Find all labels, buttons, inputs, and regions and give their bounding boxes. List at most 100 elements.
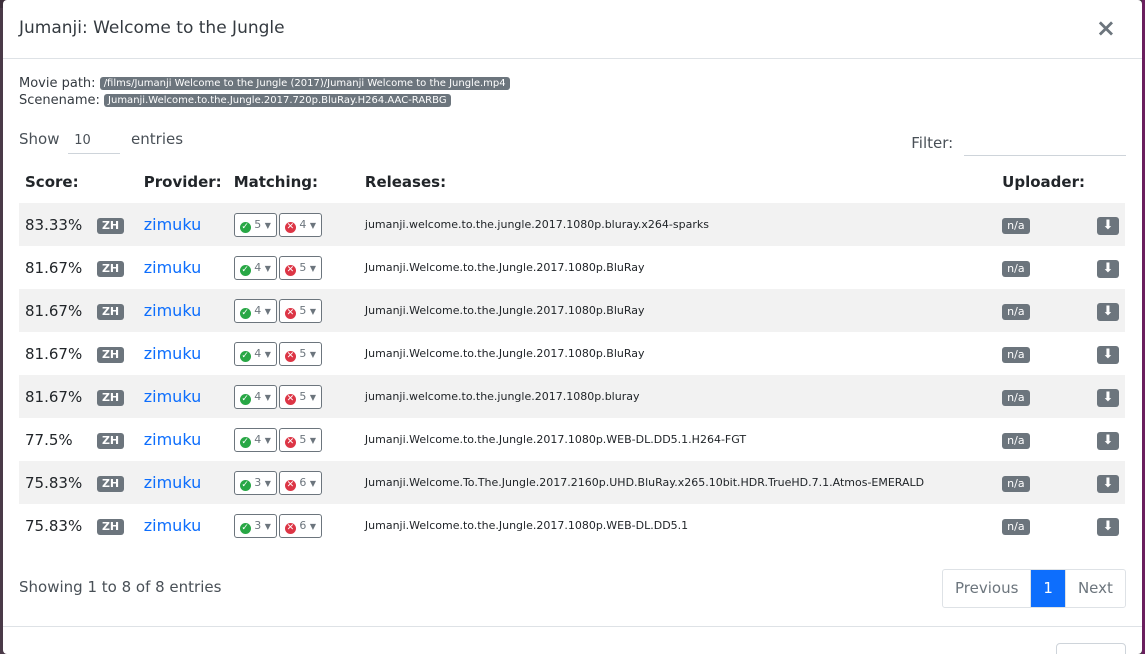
- release-cell: jumanji.welcome.to.the.jungle.2017.1080p…: [358, 375, 997, 418]
- provider-link[interactable]: zimuku: [144, 301, 201, 320]
- matched-dropdown[interactable]: ✓ 4 ▼: [233, 384, 277, 409]
- download-button[interactable]: ⬇: [1097, 431, 1119, 450]
- missing-dropdown[interactable]: ✕ 5 ▼: [278, 298, 322, 323]
- missing-dropdown[interactable]: ✕ 4 ▼: [278, 212, 322, 237]
- download-button[interactable]: ⬇: [1097, 517, 1119, 536]
- download-button[interactable]: ⬇: [1097, 259, 1119, 278]
- download-button[interactable]: ⬇: [1097, 345, 1119, 364]
- language-badge: ZH: [96, 218, 125, 234]
- missing-dropdown[interactable]: ✕ 5 ▼: [278, 255, 322, 280]
- missing-dropdown[interactable]: ✕ 6 ▼: [278, 513, 322, 538]
- matched-dropdown[interactable]: ✓ 4 ▼: [233, 341, 277, 366]
- provider-link[interactable]: zimuku: [144, 344, 201, 363]
- table-header-row: Score: Provider: Matching: Releases: Upl…: [19, 160, 1125, 203]
- release-cell: Jumanji.Welcome.to.the.Jungle.2017.1080p…: [358, 289, 997, 332]
- uploader-cell: n/a: [996, 246, 1091, 289]
- page-1-button[interactable]: 1: [1031, 570, 1066, 607]
- check-circle-icon: ✓: [239, 307, 251, 319]
- uploader-badge: n/a: [1002, 433, 1030, 449]
- caret-down-icon: ▼: [309, 349, 316, 359]
- missing-dropdown[interactable]: ✕ 5 ▼: [278, 427, 322, 452]
- missing-count: 5: [299, 346, 307, 360]
- language-cell: ZH: [90, 375, 138, 418]
- provider-link[interactable]: zimuku: [144, 430, 201, 449]
- times-circle-icon: ✕: [284, 221, 296, 233]
- movie-path-value: /films/Jumanji Welcome to the Jungle (20…: [99, 77, 510, 90]
- provider-cell: zimuku: [138, 418, 228, 461]
- missing-dropdown[interactable]: ✕ 5 ▼: [278, 341, 322, 366]
- missing-dropdown[interactable]: ✕ 5 ▼: [278, 384, 322, 409]
- close-button[interactable]: ×: [1096, 16, 1116, 40]
- header-provider[interactable]: Provider:: [138, 160, 228, 203]
- provider-link[interactable]: zimuku: [144, 516, 201, 535]
- table-row: 75.83% ZH zimuku ✓ 3 ▼ ✕ 6 ▼ Jumanji.Welcome.…: [19, 461, 1125, 504]
- language-cell: ZH: [91, 246, 138, 289]
- language-cell: ZH: [91, 332, 138, 375]
- matching-cell: ✓ 4 ▼ ✕ 5 ▼: [228, 418, 359, 461]
- provider-cell: zimuku: [137, 461, 228, 504]
- language-badge: ZH: [96, 261, 125, 277]
- matched-dropdown[interactable]: ✓ 5 ▼: [233, 212, 277, 237]
- uploader-badge: n/a: [1002, 519, 1030, 535]
- check-circle-icon: ✓: [239, 479, 251, 491]
- matching-cell: ✓ 4 ▼ ✕ 5 ▼: [228, 246, 359, 289]
- matched-count: 4: [254, 303, 262, 317]
- matched-dropdown[interactable]: ✓ 3 ▼: [233, 470, 277, 495]
- header-uploader[interactable]: Uploader:: [996, 160, 1091, 203]
- missing-dropdown[interactable]: ✕ 6 ▼: [278, 470, 322, 495]
- uploader-cell: n/a: [996, 332, 1091, 375]
- score-cell: 81.67%: [25, 258, 83, 277]
- uploader-cell: n/a: [996, 203, 1091, 246]
- download-icon: ⬇: [1102, 389, 1114, 405]
- times-circle-icon: ✕: [284, 393, 296, 405]
- table-row: 81.67% ZH zimuku ✓ 4 ▼ ✕ 5 ▼ Jumanji.Welcome.…: [19, 289, 1125, 332]
- language-cell: ZH: [90, 289, 138, 332]
- uploader-badge: n/a: [1002, 390, 1030, 406]
- download-button[interactable]: ⬇: [1097, 474, 1119, 493]
- provider-link[interactable]: zimuku: [144, 258, 201, 277]
- caret-down-icon: ▼: [264, 392, 271, 402]
- download-button[interactable]: ⬇: [1097, 216, 1119, 235]
- header-matching[interactable]: Matching:: [228, 160, 359, 203]
- check-circle-icon: ✓: [239, 522, 251, 534]
- caret-down-icon: ▼: [309, 478, 316, 488]
- uploader-cell: n/a: [996, 418, 1091, 461]
- header-score[interactable]: Score:: [19, 160, 91, 203]
- show-label: Show: [19, 130, 60, 148]
- modal-footer-button[interactable]: [1056, 643, 1126, 654]
- matching-cell: ✓ 4 ▼ ✕ 5 ▼: [228, 332, 359, 375]
- missing-count: 5: [299, 389, 307, 403]
- matched-count: 3: [254, 475, 262, 489]
- score-cell: 75.83%: [19, 461, 91, 504]
- previous-button[interactable]: Previous: [943, 570, 1032, 607]
- download-button[interactable]: ⬇: [1097, 388, 1119, 407]
- caret-down-icon: ▼: [264, 478, 271, 488]
- release-cell: Jumanji.Welcome.to.the.Jungle.2017.1080p…: [364, 347, 645, 360]
- matching-cell: ✓ 4 ▼ ✕ 5 ▼: [227, 375, 359, 418]
- provider-link[interactable]: zimuku: [144, 473, 201, 492]
- matched-count: 4: [254, 389, 262, 403]
- subtitle-search-modal: Jumanji: Welcome to the Jungle × Movie p…: [3, 0, 1142, 654]
- provider-link[interactable]: zimuku: [144, 387, 201, 406]
- matched-dropdown[interactable]: ✓ 3 ▼: [233, 513, 277, 538]
- action-cell: ⬇: [1091, 418, 1125, 461]
- filter-label: Filter:: [911, 134, 954, 152]
- filter-input[interactable]: [964, 133, 1126, 156]
- entries-select[interactable]: 10: [68, 131, 121, 154]
- scenename-label: Scenename:: [19, 93, 100, 108]
- header-releases[interactable]: Releases:: [359, 160, 996, 203]
- uploader-cell: n/a: [996, 289, 1091, 332]
- times-circle-icon: ✕: [284, 479, 296, 491]
- times-circle-icon: ✕: [284, 264, 296, 276]
- matched-dropdown[interactable]: ✓ 4 ▼: [233, 298, 277, 323]
- matched-dropdown[interactable]: ✓ 4 ▼: [233, 255, 277, 280]
- matching-cell: ✓ 5 ▼ ✕ 4 ▼: [227, 203, 359, 246]
- table-row: 81.67% ZH zimuku ✓ 4 ▼ ✕ 5 ▼ Jumanji.Welcome.…: [19, 246, 1125, 289]
- provider-link[interactable]: zimuku: [144, 215, 201, 234]
- matched-dropdown[interactable]: ✓ 4 ▼: [233, 427, 277, 452]
- next-button[interactable]: Next: [1066, 570, 1125, 607]
- download-button[interactable]: ⬇: [1097, 302, 1119, 321]
- provider-cell: zimuku: [137, 375, 228, 418]
- language-badge: ZH: [96, 433, 125, 449]
- missing-count: 6: [299, 475, 307, 489]
